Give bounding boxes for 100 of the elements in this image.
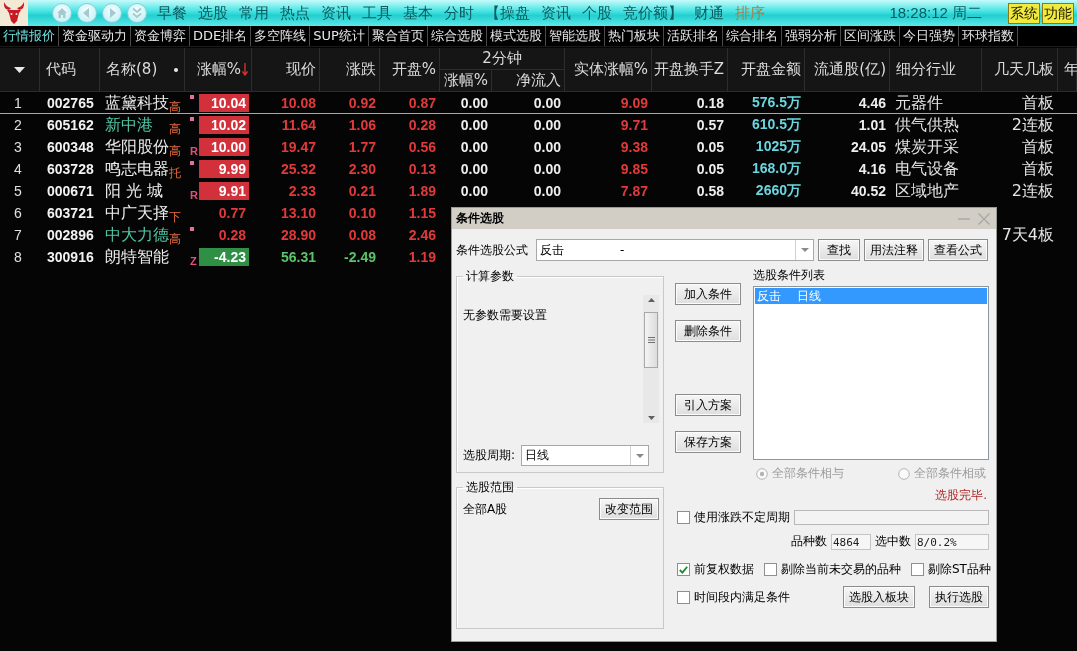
- table-cell: 4.46: [858, 95, 886, 111]
- stock-code: 603728: [47, 161, 94, 177]
- table-cell: 1.19: [408, 249, 436, 265]
- table-cell: 0.00: [460, 95, 488, 111]
- table-cell: 0.08: [348, 227, 376, 243]
- table-cell: 9.85: [620, 161, 648, 177]
- change-value: 9.91: [199, 182, 249, 200]
- table-cell: 1.01: [858, 117, 886, 133]
- status-text: 选股完毕.: [935, 487, 987, 504]
- stock-code: 002765: [47, 95, 94, 111]
- table-cell: 煤炭开采: [895, 136, 959, 158]
- stock-code: 605162: [47, 117, 94, 133]
- group-title: 计算参数: [465, 268, 515, 285]
- table-cell: 区域地产: [895, 180, 959, 202]
- table-cell: 0.58: [696, 183, 724, 199]
- table-cell: 9.38: [620, 139, 648, 155]
- table-cell: 10.08: [280, 95, 316, 111]
- table-cell: 0.92: [348, 95, 376, 111]
- tag-label: 托: [169, 166, 181, 180]
- table-cell: 40.52: [850, 183, 886, 199]
- table-cell: 元器件: [895, 92, 943, 114]
- table-cell: 7.87: [620, 183, 648, 199]
- table-cell: 11.64: [281, 117, 316, 133]
- column-group-header: 2分钟: [440, 48, 565, 70]
- table-cell: 0.00: [460, 183, 488, 199]
- stock-code: 300916: [47, 249, 94, 265]
- scope-text: 全部A股: [463, 500, 508, 518]
- table-cell: 1025万: [755, 138, 801, 156]
- table-cell: 2.33: [288, 183, 316, 199]
- table-cell: 0.87: [408, 95, 436, 111]
- table-cell: 2.30: [348, 161, 376, 177]
- table-cell: 9.71: [620, 117, 648, 133]
- table-cell: 576.5万: [751, 94, 801, 112]
- change-value: 10.02: [199, 116, 249, 134]
- table-cell: 28.90: [280, 227, 316, 243]
- stock-code: 600348: [47, 139, 94, 155]
- table-cell: 0.00: [533, 95, 561, 111]
- table-cell: 0.00: [533, 117, 561, 133]
- table-cell: 0.10: [348, 205, 376, 221]
- count-field: 4864: [831, 533, 871, 550]
- table-cell: 168.0万: [751, 160, 801, 178]
- table-cell: 首板: [1022, 158, 1054, 180]
- stock-code: 002896: [47, 227, 94, 243]
- table-cell: 电气设备: [895, 158, 959, 180]
- change-value: 0.77: [218, 204, 247, 222]
- table-cell: 首板: [1022, 92, 1054, 114]
- table-cell: 0.00: [533, 139, 561, 155]
- table-cell: 1.77: [348, 139, 376, 155]
- flag-letter: Z: [190, 255, 197, 267]
- table-cell: 0.00: [460, 117, 488, 133]
- change-value: -4.23: [199, 248, 249, 266]
- table-cell: 610.5万: [751, 116, 801, 134]
- table-cell: 0.00: [460, 139, 488, 155]
- row-number: 3: [14, 139, 22, 155]
- row-number: 6: [14, 205, 22, 221]
- table-cell: 0.56: [408, 139, 436, 155]
- clock-text: 18:28:12 周二: [889, 3, 982, 23]
- flag-letter: R: [190, 145, 198, 157]
- tag-label: 高: [169, 232, 181, 246]
- row-number: 5: [14, 183, 22, 199]
- count-field: 8/0.2%: [915, 533, 989, 550]
- table-cell: 0.28: [408, 117, 436, 133]
- table-cell: 0.21: [348, 183, 376, 199]
- table-cell: 19.47: [280, 139, 316, 155]
- row-number: 8: [14, 249, 22, 265]
- row-number: 1: [14, 95, 22, 111]
- table-cell: 0.05: [696, 139, 724, 155]
- table-cell: 24.05: [850, 139, 886, 155]
- list-title: 选股条件列表: [753, 268, 826, 283]
- table-cell: 1.06: [348, 117, 376, 133]
- stock-code: 603721: [47, 205, 94, 221]
- table-cell: 1.15: [408, 205, 436, 221]
- table-cell: -2.49: [344, 249, 376, 265]
- table-cell: 0.05: [696, 161, 724, 177]
- row-number: 4: [14, 161, 22, 177]
- table-cell: 0.13: [408, 161, 436, 177]
- table-cell: 供气供热: [895, 114, 959, 136]
- table-cell: 25.32: [280, 161, 316, 177]
- change-value: 10.04: [199, 94, 249, 112]
- table-cell: 13.10: [280, 205, 316, 221]
- row-number: 2: [14, 117, 22, 133]
- table-cell: 56.31: [280, 249, 316, 265]
- table-cell: 2660万: [755, 182, 801, 200]
- table-cell: 0.00: [533, 161, 561, 177]
- change-value: 0.28: [218, 226, 247, 244]
- tag-label: 下: [169, 210, 181, 224]
- field-label: 品种数: [791, 533, 827, 550]
- table-cell: 0.00: [533, 183, 561, 199]
- table-cell: 1.89: [408, 183, 436, 199]
- table-cell: 2连板: [1011, 114, 1054, 136]
- field-label: 选中数: [875, 533, 911, 550]
- table-cell: 0.57: [696, 117, 724, 133]
- group-title: 选股范围: [465, 479, 515, 496]
- change-value: 9.99: [199, 160, 249, 178]
- tag-label: 高: [169, 144, 181, 158]
- dialog-title: 条件选股: [456, 210, 504, 227]
- field-label: 选股周期:: [463, 447, 516, 464]
- row-number: 7: [14, 227, 22, 243]
- table-cell: 4.16: [858, 161, 886, 177]
- table-cell: 2.46: [408, 227, 436, 243]
